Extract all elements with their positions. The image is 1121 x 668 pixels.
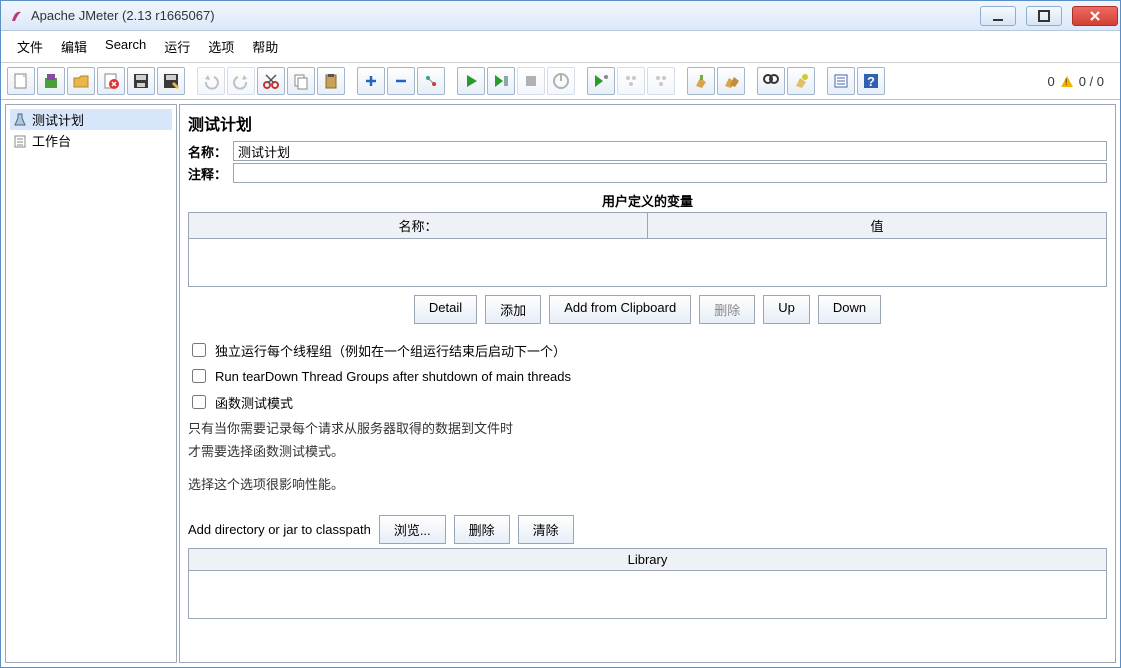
cp-clear-button[interactable]: 清除 bbox=[518, 515, 574, 544]
menu-search[interactable]: Search bbox=[97, 35, 154, 58]
cut-icon[interactable] bbox=[257, 67, 285, 95]
save-as-icon[interactable] bbox=[157, 67, 185, 95]
flask-icon bbox=[12, 112, 28, 128]
clipboard-icon bbox=[12, 133, 28, 149]
menu-file[interactable]: 文件 bbox=[9, 35, 51, 58]
menu-options[interactable]: 选项 bbox=[200, 35, 242, 58]
chk-teardown-label: Run tearDown Thread Groups after shutdow… bbox=[215, 369, 571, 384]
toolbar: ? 0 ! 0 / 0 bbox=[1, 63, 1120, 100]
toggle-icon[interactable] bbox=[417, 67, 445, 95]
menu-help[interactable]: 帮助 bbox=[244, 35, 286, 58]
remote-start-icon[interactable] bbox=[587, 67, 615, 95]
clear-all-icon[interactable] bbox=[717, 67, 745, 95]
start-icon[interactable] bbox=[457, 67, 485, 95]
warning-icon: ! bbox=[1061, 76, 1073, 87]
expand-icon[interactable] bbox=[357, 67, 385, 95]
new-icon[interactable] bbox=[7, 67, 35, 95]
comment-input[interactable] bbox=[233, 163, 1107, 183]
error-count: 0 bbox=[1047, 74, 1054, 89]
vars-col-value[interactable]: 值 bbox=[648, 213, 1107, 239]
hint-line3: 选择这个选项很影响性能。 bbox=[188, 474, 1107, 493]
redo-icon[interactable] bbox=[227, 67, 255, 95]
browse-button[interactable]: 浏览... bbox=[379, 515, 446, 544]
chk-serial[interactable] bbox=[192, 343, 206, 357]
copy-icon[interactable] bbox=[287, 67, 315, 95]
svg-text:?: ? bbox=[867, 74, 875, 89]
main-panel: 测试计划 名称： 注释： 用户定义的变量 名称： 值 Detail 添加 Ad bbox=[179, 104, 1116, 663]
templates-icon[interactable] bbox=[37, 67, 65, 95]
undo-icon[interactable] bbox=[197, 67, 225, 95]
shutdown-icon[interactable] bbox=[547, 67, 575, 95]
remote-shutdown-icon[interactable] bbox=[647, 67, 675, 95]
help-icon[interactable]: ? bbox=[857, 67, 885, 95]
name-input[interactable] bbox=[233, 141, 1107, 161]
up-button[interactable]: Up bbox=[763, 295, 810, 324]
library-body[interactable] bbox=[188, 571, 1107, 619]
tree-node-workbench[interactable]: 工作台 bbox=[10, 130, 172, 151]
library-col[interactable]: Library bbox=[189, 549, 1107, 571]
remote-stop-icon[interactable] bbox=[617, 67, 645, 95]
minimize-button[interactable] bbox=[980, 6, 1016, 26]
delete-button[interactable]: 删除 bbox=[699, 295, 755, 324]
open-icon[interactable] bbox=[67, 67, 95, 95]
thread-count: 0 / 0 bbox=[1079, 74, 1104, 89]
vars-title: 用户定义的变量 bbox=[188, 185, 1107, 212]
toolbar-status: 0 ! 0 / 0 bbox=[1047, 74, 1114, 89]
comment-label: 注释： bbox=[188, 164, 227, 183]
chk-functional[interactable] bbox=[192, 395, 206, 409]
function-helper-icon[interactable] bbox=[827, 67, 855, 95]
tree-node-testplan[interactable]: 测试计划 bbox=[10, 109, 172, 130]
menubar: 文件 编辑 Search 运行 选项 帮助 bbox=[1, 31, 1120, 63]
hint-line1: 只有当你需要记录每个请求从服务器取得的数据到文件时 bbox=[188, 418, 1107, 437]
classpath-label: Add directory or jar to classpath bbox=[188, 522, 371, 537]
clear-icon[interactable] bbox=[687, 67, 715, 95]
vars-table: 名称： 值 bbox=[188, 212, 1107, 239]
paste-icon[interactable] bbox=[317, 67, 345, 95]
workspace: 测试计划 工作台 测试计划 名称： 注释： 用户定义的变量 名称： 值 bbox=[1, 100, 1120, 667]
vars-col-name[interactable]: 名称： bbox=[189, 213, 648, 239]
close-button[interactable] bbox=[1072, 6, 1118, 26]
chk-teardown[interactable] bbox=[192, 369, 206, 383]
window-title: Apache JMeter (2.13 r1665067) bbox=[31, 8, 970, 23]
save-icon[interactable] bbox=[127, 67, 155, 95]
down-button[interactable]: Down bbox=[818, 295, 881, 324]
hint-line2: 才需要选择函数测试模式。 bbox=[188, 441, 1107, 460]
search-icon[interactable] bbox=[757, 67, 785, 95]
menu-run[interactable]: 运行 bbox=[156, 35, 198, 58]
detail-button[interactable]: Detail bbox=[414, 295, 477, 324]
search-reset-icon[interactable] bbox=[787, 67, 815, 95]
library-table: Library bbox=[188, 548, 1107, 571]
menu-edit[interactable]: 编辑 bbox=[53, 35, 95, 58]
panel-title: 测试计划 bbox=[188, 111, 1107, 135]
start-no-pause-icon[interactable] bbox=[487, 67, 515, 95]
chk-functional-label: 函数测试模式 bbox=[215, 393, 293, 412]
tree-panel[interactable]: 测试计划 工作台 bbox=[5, 104, 177, 663]
close-file-icon[interactable] bbox=[97, 67, 125, 95]
window: Apache JMeter (2.13 r1665067) 文件 编辑 Sear… bbox=[0, 0, 1121, 668]
titlebar: Apache JMeter (2.13 r1665067) bbox=[1, 1, 1120, 31]
vars-body[interactable] bbox=[188, 239, 1107, 287]
collapse-icon[interactable] bbox=[387, 67, 415, 95]
tree-node-label: 工作台 bbox=[32, 131, 71, 150]
app-icon bbox=[9, 8, 25, 24]
add-clipboard-button[interactable]: Add from Clipboard bbox=[549, 295, 691, 324]
maximize-button[interactable] bbox=[1026, 6, 1062, 26]
tree-node-label: 测试计划 bbox=[32, 110, 84, 129]
stop-icon[interactable] bbox=[517, 67, 545, 95]
add-button[interactable]: 添加 bbox=[485, 295, 541, 324]
vars-button-row: Detail 添加 Add from Clipboard 删除 Up Down bbox=[188, 287, 1107, 334]
chk-serial-label: 独立运行每个线程组（例如在一个组运行结束后启动下一个） bbox=[215, 341, 566, 360]
cp-delete-button[interactable]: 删除 bbox=[454, 515, 510, 544]
name-label: 名称： bbox=[188, 142, 227, 161]
